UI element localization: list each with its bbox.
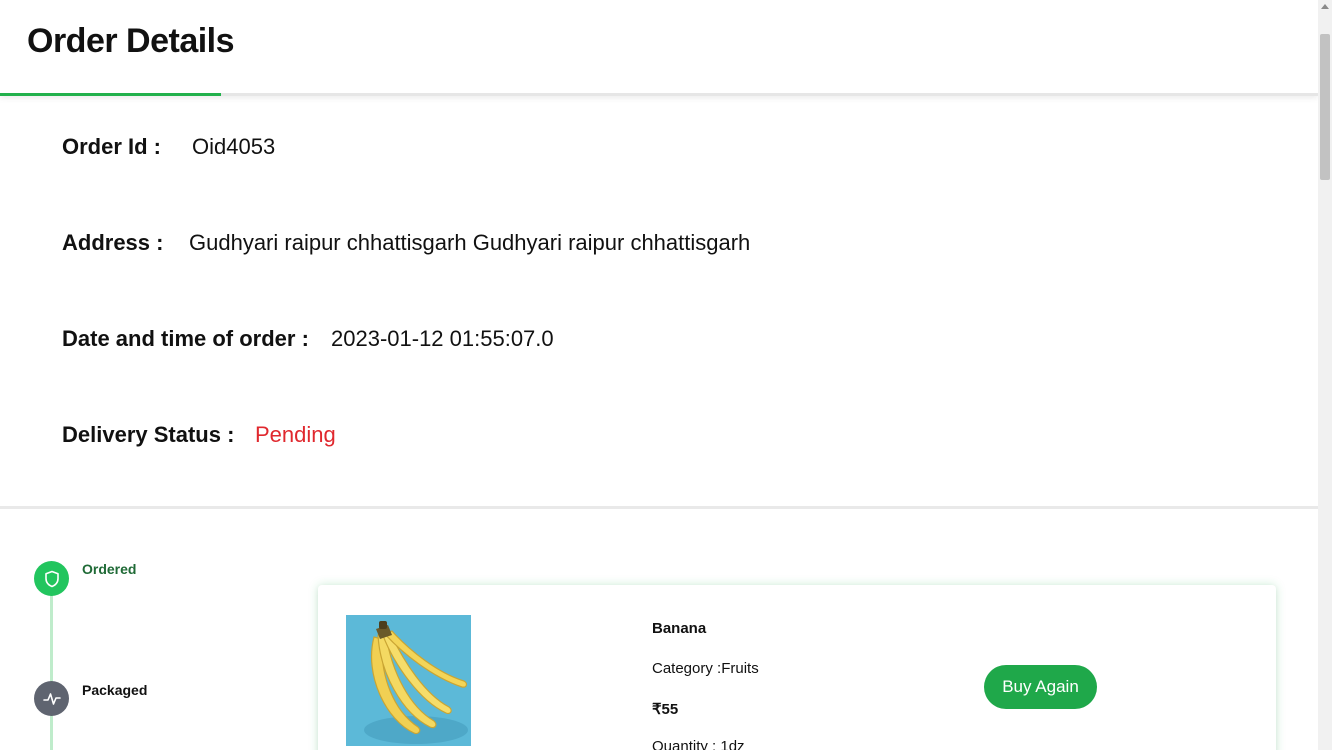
timeline-step-packaged-label: Packaged bbox=[82, 682, 148, 698]
activity-icon bbox=[42, 692, 61, 705]
order-id-label: Order Id : bbox=[62, 134, 162, 159]
order-date-label: Date and time of order : bbox=[62, 326, 309, 351]
vertical-scrollbar[interactable] bbox=[1318, 0, 1332, 750]
product-price: ₹55 bbox=[652, 701, 679, 718]
buy-again-button[interactable]: Buy Again bbox=[984, 665, 1097, 709]
order-details-page: Order Details Order Id : Oid4053 Address… bbox=[0, 0, 1318, 750]
scroll-up-arrow-icon[interactable] bbox=[1321, 4, 1329, 9]
product-card: Banana Category :Fruits ₹55 Quantity : 1… bbox=[318, 585, 1276, 750]
product-category: Category :Fruits bbox=[652, 660, 759, 677]
timeline-step-packaged-marker bbox=[34, 681, 69, 716]
section-divider bbox=[0, 506, 1318, 509]
timeline-step-ordered-marker bbox=[34, 561, 69, 596]
page-title: Order Details bbox=[27, 22, 235, 60]
timeline-step-ordered-label: Ordered bbox=[82, 561, 137, 577]
address-value: Gudhyari raipur chhattisgarh Gudhyari ra… bbox=[189, 230, 751, 255]
delivery-status-value: Pending bbox=[255, 422, 336, 447]
product-name: Banana bbox=[652, 620, 707, 637]
shield-icon bbox=[44, 570, 59, 587]
header-accent-bar bbox=[0, 93, 221, 96]
order-id-value: Oid4053 bbox=[192, 134, 276, 159]
scrollbar-thumb[interactable] bbox=[1320, 34, 1330, 180]
product-quantity: Quantity : 1dz bbox=[652, 738, 745, 750]
delivery-status-label: Delivery Status : bbox=[62, 422, 235, 447]
order-date-value: 2023-01-12 01:55:07.0 bbox=[331, 326, 554, 351]
address-label: Address : bbox=[62, 230, 164, 255]
banana-image bbox=[346, 615, 471, 746]
timeline-connector bbox=[50, 595, 53, 750]
header: Order Details bbox=[0, 0, 1318, 96]
